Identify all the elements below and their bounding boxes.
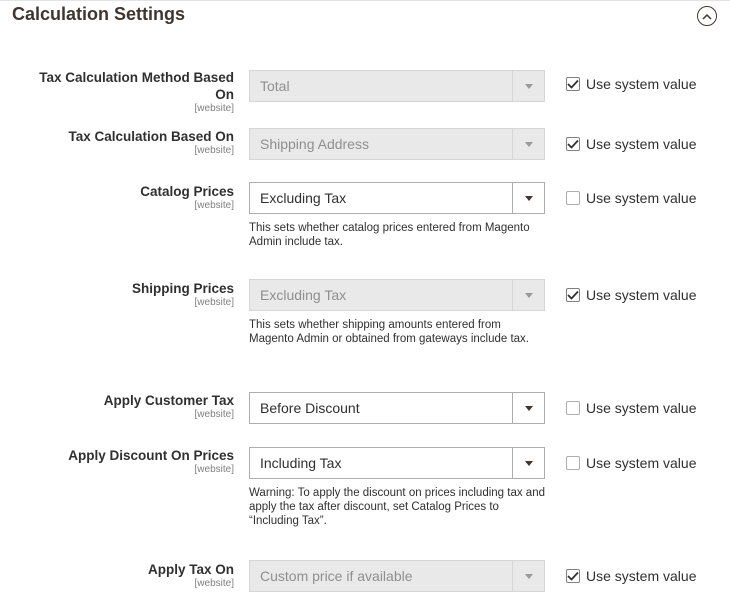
use-system-value-toggle[interactable]: Use system value — [566, 136, 696, 152]
field-label-text: Catalog Prices — [140, 184, 234, 199]
use-system-value-toggle[interactable]: Use system value — [566, 287, 696, 303]
field-label: Apply Customer Tax [website] — [0, 392, 234, 420]
section-title[interactable]: Calculation Settings — [12, 4, 185, 25]
select-value: Total — [260, 78, 290, 94]
select-arrow-box — [512, 393, 544, 423]
collapse-button[interactable] — [697, 6, 717, 26]
checkmark-icon — [567, 139, 579, 149]
field-note: This sets whether shipping amounts enter… — [249, 319, 529, 345]
use-system-value-checkbox[interactable] — [566, 191, 580, 205]
field-label-text: Shipping Prices — [131, 281, 234, 296]
tax-calculation-method-select[interactable]: Total — [249, 70, 545, 102]
select-value: Including Tax — [260, 455, 342, 471]
use-system-value-label: Use system value — [586, 76, 697, 92]
field-label-text: Apply Discount On Prices — [68, 448, 234, 463]
scope-label: [website] — [194, 103, 234, 114]
chevron-down-icon — [524, 292, 533, 298]
use-system-value-checkbox[interactable] — [566, 77, 580, 91]
use-system-value-toggle[interactable]: Use system value — [566, 455, 696, 471]
checkmark-icon — [567, 79, 579, 89]
chevron-down-icon — [524, 573, 533, 579]
field-label-text: Tax Calculation Based On — [68, 129, 234, 144]
use-system-value-toggle[interactable]: Use system value — [566, 190, 696, 206]
use-system-value-checkbox[interactable] — [566, 401, 580, 415]
field-label: Tax Calculation Based On [website] — [0, 128, 234, 156]
use-system-value-checkbox[interactable] — [566, 137, 580, 151]
use-system-value-toggle[interactable]: Use system value — [566, 568, 696, 584]
use-system-value-toggle[interactable]: Use system value — [566, 76, 696, 92]
select-arrow-box — [512, 448, 544, 478]
scope-label: [website] — [194, 297, 234, 308]
select-arrow-box — [512, 561, 544, 591]
field-note: This sets whether catalog prices entered… — [249, 222, 530, 248]
checkmark-icon — [567, 290, 579, 300]
field-label-text: Apply Tax On — [147, 562, 234, 577]
scope-label: [website] — [194, 578, 234, 589]
select-value: Excluding Tax — [260, 190, 347, 206]
select-arrow-box — [512, 71, 544, 101]
apply-tax-on-select[interactable]: Custom price if available — [249, 560, 545, 592]
use-system-value-label: Use system value — [586, 568, 697, 584]
chevron-down-icon — [524, 83, 533, 89]
field-label: Tax Calculation Method Based On [website… — [0, 69, 234, 114]
scope-label: [website] — [194, 464, 234, 475]
use-system-value-checkbox[interactable] — [566, 569, 580, 583]
tax-calculation-based-on-select[interactable]: Shipping Address — [249, 128, 545, 160]
checkmark-icon — [567, 571, 579, 581]
use-system-value-checkbox[interactable] — [566, 456, 580, 470]
top-divider — [0, 0, 730, 1]
field-label: Apply Discount On Prices [website] — [0, 447, 234, 475]
scope-label: [website] — [194, 200, 234, 211]
select-arrow-box — [512, 129, 544, 159]
use-system-value-toggle[interactable]: Use system value — [566, 400, 696, 416]
field-label-text: Tax Calculation Method Based — [39, 70, 234, 85]
select-arrow-box — [512, 183, 544, 213]
use-system-value-label: Use system value — [586, 400, 697, 416]
apply-customer-tax-select[interactable]: Before Discount — [249, 392, 545, 424]
use-system-value-label: Use system value — [586, 455, 697, 471]
shipping-prices-select[interactable]: Excluding Tax — [249, 279, 545, 311]
chevron-down-icon — [524, 405, 533, 411]
field-label: Apply Tax On [website] — [0, 561, 234, 589]
select-value: Before Discount — [260, 400, 360, 416]
select-value: Custom price if available — [260, 568, 413, 584]
use-system-value-label: Use system value — [586, 136, 697, 152]
field-label: Catalog Prices [website] — [0, 183, 234, 211]
select-arrow-box — [512, 280, 544, 310]
catalog-prices-select[interactable]: Excluding Tax — [249, 182, 545, 214]
scope-label: [website] — [194, 409, 234, 420]
chevron-down-icon — [524, 195, 533, 201]
chevron-up-icon — [702, 13, 712, 20]
use-system-value-label: Use system value — [586, 190, 697, 206]
field-label: Shipping Prices [website] — [0, 280, 234, 308]
chevron-down-icon — [524, 460, 533, 466]
select-value: Excluding Tax — [260, 287, 347, 303]
select-value: Shipping Address — [260, 136, 369, 152]
scope-label: [website] — [194, 145, 234, 156]
field-label-text-line2: On — [215, 87, 234, 102]
use-system-value-checkbox[interactable] — [566, 288, 580, 302]
use-system-value-label: Use system value — [586, 287, 697, 303]
field-label-text: Apply Customer Tax — [103, 393, 234, 408]
apply-discount-on-prices-select[interactable]: Including Tax — [249, 447, 545, 479]
field-note: Warning: To apply the discount on prices… — [249, 487, 545, 527]
chevron-down-icon — [524, 141, 533, 147]
